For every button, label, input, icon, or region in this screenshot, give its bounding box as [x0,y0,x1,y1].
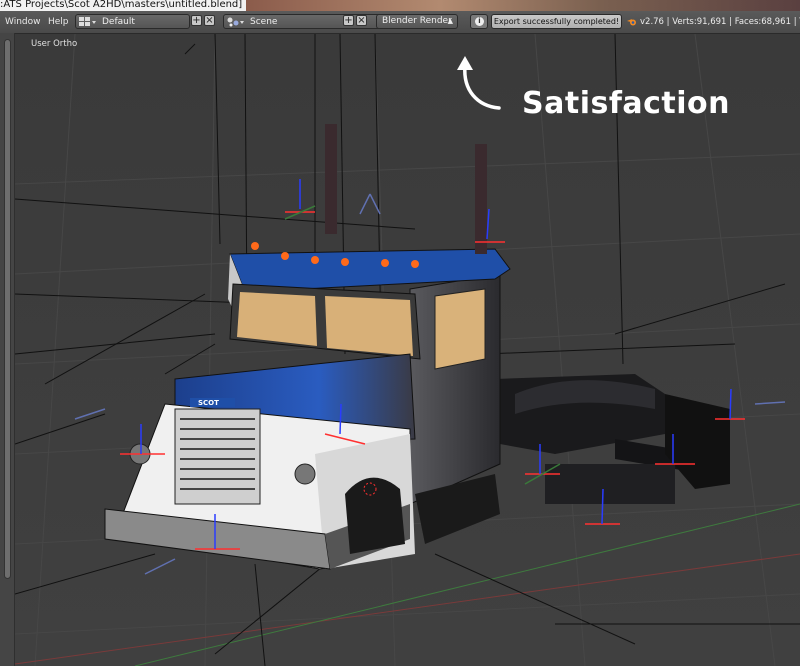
view-mode-label: User Ortho [31,39,78,49]
viewport-scene[interactable]: SCOT [15,34,800,666]
window-title: :ATS Projects\Scot A2HD\masters\untitled… [0,0,247,11]
layout-name: Default [102,17,135,27]
render-engine-dropdown[interactable]: Blender Render ▲ [376,14,458,29]
add-scene-button[interactable]: + [343,15,354,26]
menu-window[interactable]: Window [5,15,41,29]
satisfaction-annotation: Satisfaction [522,86,731,121]
scene-icon [227,17,244,27]
viewport-scrollbar[interactable] [4,39,11,579]
blender-logo-icon [627,19,636,26]
layout-grid-icon [79,17,96,26]
annotation-arrow-icon [457,56,501,110]
scene-statistics: v2.76 | Verts:91,691 | Faces:68,961 | Tr [640,17,800,27]
3d-viewport[interactable]: SCOT User Ortho [15,34,800,666]
tool-shelf-strip [0,33,15,666]
remove-scene-button[interactable]: × [356,15,367,26]
menu-help[interactable]: Help [48,15,69,29]
layout-selector[interactable]: Default [75,14,190,29]
scot-badge: SCOT [198,399,219,407]
remove-layout-button[interactable]: × [204,15,215,26]
add-layout-button[interactable]: + [191,15,202,26]
info-icon: i [475,17,484,26]
scene-name: Scene [250,17,278,27]
info-report-button[interactable]: i [470,14,488,29]
render-engine-value: Blender Render [382,16,452,26]
report-message[interactable]: Export successfully completed! [491,14,622,29]
window-title-bar: :ATS Projects\Scot A2HD\masters\untitled… [0,0,800,11]
info-header: Window Help Default + × Scene + × Blende… [0,11,800,34]
dropdown-arrows-icon: ▲ [447,17,453,25]
scene-selector[interactable]: Scene [223,14,393,29]
